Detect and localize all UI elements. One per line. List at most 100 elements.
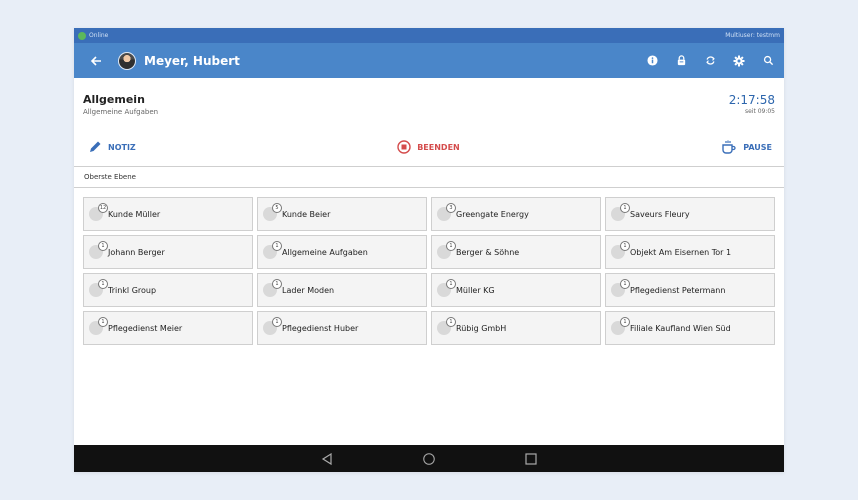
count-badge: 1	[620, 241, 630, 251]
settings-button[interactable]	[731, 53, 747, 69]
count-badge: 1	[98, 279, 108, 289]
folder-circle-icon: 1	[611, 317, 630, 335]
project-tile[interactable]: 5 Kunde Beier	[257, 197, 427, 231]
count-badge: 12	[98, 203, 108, 213]
folder-circle-icon: 5	[263, 203, 282, 221]
arrow-left-icon	[90, 55, 101, 66]
info-button[interactable]	[644, 53, 660, 69]
folder-circle-icon: 12	[89, 203, 108, 221]
nav-home-button[interactable]	[422, 452, 436, 466]
project-tile[interactable]: 1 Pflegedienst Huber	[257, 311, 427, 345]
project-tile[interactable]: 1 Lader Moden	[257, 273, 427, 307]
page-title: Meyer, Hubert	[144, 53, 240, 68]
project-tile-label: Pflegedienst Huber	[282, 323, 359, 333]
count-badge: 1	[620, 317, 630, 327]
folder-circle-icon: 1	[437, 279, 456, 297]
sync-button[interactable]	[702, 53, 718, 69]
back-button[interactable]	[86, 51, 106, 71]
note-button[interactable]: NOTIZ	[88, 140, 136, 154]
gear-icon	[733, 55, 745, 66]
project-tile[interactable]: 1 Saveurs Fleury	[605, 197, 775, 231]
android-nav-bar	[74, 445, 784, 472]
active-task: Allgemein Allgemeine Aufgaben 2:17:58 se…	[74, 78, 784, 128]
pause-label: PAUSE	[743, 142, 772, 152]
count-badge: 1	[446, 317, 456, 327]
start-time: seit 09:05	[744, 108, 775, 115]
folder-circle-icon: 1	[89, 317, 108, 335]
square-recents-icon	[525, 452, 537, 465]
nav-back-button[interactable]	[320, 452, 334, 466]
connection-label: Online	[89, 32, 109, 39]
stop-circle-icon	[397, 140, 411, 154]
project-tile-label: Allgemeine Aufgaben	[282, 247, 368, 257]
note-label: NOTIZ	[108, 142, 136, 152]
stop-button[interactable]: BEENDEN	[397, 140, 460, 154]
task-title: Allgemein	[83, 93, 145, 106]
project-tile[interactable]: 1 Allgemeine Aufgaben	[257, 235, 427, 269]
count-badge: 1	[98, 317, 108, 327]
task-info: Allgemein Allgemeine Aufgaben	[83, 93, 158, 128]
search-button[interactable]	[760, 53, 776, 69]
folder-circle-icon: 1	[89, 241, 108, 259]
project-tile[interactable]: 1 Pflegedienst Petermann	[605, 273, 775, 307]
project-tile[interactable]: 1 Johann Berger	[83, 235, 253, 269]
project-tile-label: Pflegedienst Meier	[108, 323, 183, 333]
breadcrumb-label: Oberste Ebene	[84, 173, 136, 181]
elapsed-time: 2:17:58	[728, 93, 775, 107]
online-indicator-icon	[78, 31, 86, 40]
count-badge: 1	[272, 279, 282, 289]
project-tile-label: Trinkl Group	[108, 285, 157, 295]
current-user-label: Multiuser: testmm	[725, 32, 780, 39]
project-tile-label: Saveurs Fleury	[630, 209, 690, 219]
project-tile-label: Filiale Kaufland Wien Süd	[630, 323, 731, 333]
circle-home-icon	[423, 452, 435, 465]
count-badge: 1	[272, 317, 282, 327]
folder-circle-icon: 1	[89, 279, 108, 297]
lock-icon	[677, 55, 685, 66]
sync-icon	[705, 56, 715, 65]
project-tile[interactable]: 1 Berger & Söhne	[431, 235, 601, 269]
avatar	[118, 51, 136, 70]
project-tile-label: Berger & Söhne	[456, 247, 520, 257]
connection-status: Online	[78, 31, 109, 40]
count-badge: 1	[272, 241, 282, 251]
count-badge: 1	[98, 241, 108, 251]
count-badge: 1	[446, 241, 456, 251]
project-tile[interactable]: 1 Pflegedienst Meier	[83, 311, 253, 345]
coffee-cup-icon	[722, 140, 736, 154]
pause-button[interactable]: PAUSE	[721, 139, 772, 155]
folder-circle-icon: 3	[437, 203, 456, 221]
project-tile-label: Johann Berger	[108, 247, 165, 257]
folder-circle-icon: 1	[437, 317, 456, 335]
count-badge: 5	[272, 203, 282, 213]
project-tile-label: Lader Moden	[282, 285, 335, 295]
project-tile-label: Kunde Müller	[108, 209, 161, 219]
folder-circle-icon: 1	[437, 241, 456, 259]
pencil-icon	[90, 141, 101, 152]
project-tile[interactable]: 1 Trinkl Group	[83, 273, 253, 307]
folder-circle-icon: 1	[263, 279, 282, 297]
project-tile[interactable]: 1 Objekt Am Eisernen Tor 1	[605, 235, 775, 269]
project-tile[interactable]: 12 Kunde Müller	[83, 197, 253, 231]
info-icon	[646, 55, 658, 66]
lock-button[interactable]	[673, 53, 689, 69]
project-tile[interactable]: 3 Greengate Energy	[431, 197, 601, 231]
breadcrumb[interactable]: Oberste Ebene	[74, 166, 784, 188]
stop-label: BEENDEN	[417, 142, 460, 152]
project-tile-label: Pflegedienst Petermann	[630, 285, 726, 295]
folder-circle-icon: 1	[611, 203, 630, 221]
folder-circle-icon: 1	[263, 317, 282, 335]
tablet-screen: Online Multiuser: testmm Meyer, Hubert A…	[74, 28, 784, 472]
project-tile-label: Müller KG	[456, 285, 495, 295]
project-tile[interactable]: 1 Müller KG	[431, 273, 601, 307]
count-badge: 1	[620, 203, 630, 213]
project-tile-label: Objekt Am Eisernen Tor 1	[630, 247, 732, 257]
status-bar: Online Multiuser: testmm	[74, 28, 784, 43]
project-tile[interactable]: 1 Filiale Kaufland Wien Süd	[605, 311, 775, 345]
nav-recents-button[interactable]	[524, 452, 538, 466]
project-grid: 12 Kunde Müller 5 Kunde Beier 3 Greengate Ene…	[74, 188, 784, 345]
folder-circle-icon: 1	[611, 279, 630, 297]
project-tile-label: Greengate Energy	[456, 209, 529, 219]
count-badge: 3	[446, 203, 456, 213]
project-tile[interactable]: 1 Rübig GmbH	[431, 311, 601, 345]
